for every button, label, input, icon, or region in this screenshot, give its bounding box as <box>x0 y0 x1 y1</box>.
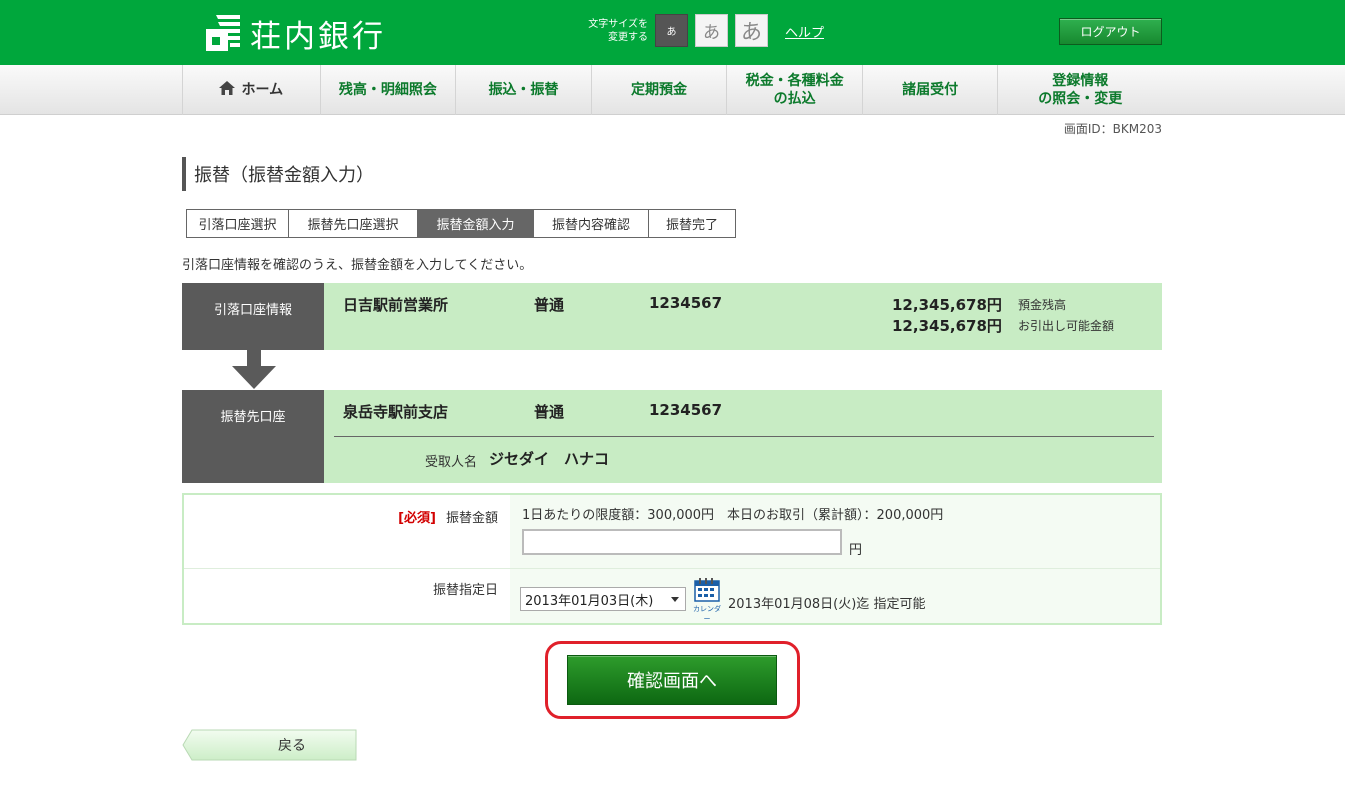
transfer-form: [必須] 振替金額 1日あたりの限度額：300,000円 本日のお取引（累計額）：… <box>182 493 1162 625</box>
limit-text: 1日あたりの限度額：300,000円 本日のお取引（累計額）：200,000円 <box>522 508 944 523</box>
nav-balance[interactable]: 残高・明細照会 <box>321 65 457 115</box>
amount-input[interactable] <box>522 529 842 555</box>
fontsize-medium-button[interactable]: あ <box>695 14 728 47</box>
confirm-button[interactable]: 確認画面へ <box>567 655 777 705</box>
step-amount-input: 振替金額入力 <box>418 210 534 237</box>
divider <box>334 436 1154 437</box>
dest-account-label: 振替先口座 <box>182 390 324 483</box>
arrow-down-icon <box>232 349 276 394</box>
bank-logo-icon <box>206 13 242 53</box>
calendar-button[interactable]: カレンダー <box>690 577 724 623</box>
step-confirm: 振替内容確認 <box>534 210 649 237</box>
fontsize-small-button[interactable]: あ <box>655 14 688 47</box>
nav-registration[interactable]: 登録情報 の照会・変更 <box>998 65 1162 115</box>
amount-row: [必須] 振替金額 1日あたりの限度額：300,000円 本日のお取引（累計額）：… <box>184 495 1160 569</box>
calendar-icon <box>694 578 720 602</box>
step-source-select: 引落口座選択 <box>187 210 289 237</box>
back-button[interactable]: 戻る <box>182 729 357 761</box>
header-bar: 荘内銀行 文字サイズを 変更する あ あ あ ヘルプ ログアウト <box>0 0 1345 65</box>
source-account-panel: 引落口座情報 日吉駅前営業所 普通 1234567 12,345,678円 預金… <box>182 283 1162 350</box>
recipient-name: ジセダイ ハナコ <box>489 450 610 468</box>
nav-time-deposit[interactable]: 定期預金 <box>592 65 728 115</box>
source-available-label: お引出し可能金額 <box>1018 319 1115 333</box>
date-range-note: 2013年01月08日(火)迄 指定可能 <box>728 597 926 612</box>
source-balance: 12,345,678円 <box>892 296 1002 314</box>
nav-home[interactable]: ホーム <box>183 65 321 115</box>
logout-button[interactable]: ログアウト <box>1059 18 1162 45</box>
source-branch: 日吉駅前営業所 <box>343 296 449 314</box>
date-label: 振替指定日 <box>432 583 498 598</box>
nav-forms[interactable]: 諸届受付 <box>863 65 999 115</box>
source-available: 12,345,678円 <box>892 317 1002 335</box>
step-complete: 振替完了 <box>649 210 735 237</box>
bank-name: 荘内銀行 <box>250 18 386 55</box>
required-badge: [必須] <box>398 511 436 526</box>
fontsize-large-button[interactable]: あ <box>735 14 768 47</box>
source-account-label: 引落口座情報 <box>182 283 324 350</box>
page-title: 振替（振替金額入力） <box>182 157 374 191</box>
source-account-number: 1234567 <box>649 294 723 312</box>
yen-unit: 円 <box>849 543 863 558</box>
dest-account-type: 普通 <box>534 403 565 421</box>
calendar-caption: カレンダー <box>693 605 721 623</box>
nav-transfer[interactable]: 振込・振替 <box>456 65 592 115</box>
dest-account-number: 1234567 <box>649 401 723 419</box>
fontsize-label: 文字サイズを 変更する <box>588 19 648 43</box>
dest-account-panel: 振替先口座 泉岳寺駅前支店 普通 1234567 受取人名 ジセダイ ハナコ <box>182 390 1162 483</box>
step-indicator: 引落口座選択 振替先口座選択 振替金額入力 振替内容確認 振替完了 <box>186 209 736 238</box>
instruction-text: 引落口座情報を確認のうえ、振替金額を入力してください。 <box>182 258 533 273</box>
help-link[interactable]: ヘルプ <box>785 22 824 41</box>
recipient-label: 受取人名 <box>425 455 478 470</box>
amount-label: 振替金額 <box>445 511 498 526</box>
dest-branch: 泉岳寺駅前支店 <box>343 403 449 421</box>
date-select[interactable]: 2013年01月03日(木) <box>520 587 686 611</box>
bank-logo[interactable]: 荘内銀行 <box>206 12 386 55</box>
home-icon <box>219 80 236 100</box>
source-account-type: 普通 <box>534 296 565 314</box>
main-nav: ホーム 残高・明細照会 振込・振替 定期預金 税金・各種料金 の払込 諸届受付 登… <box>0 65 1345 115</box>
chevron-down-icon <box>671 597 679 602</box>
date-row: 振替指定日 2013年01月03日(木) カレンダー 2013年01月08日(火… <box>184 569 1160 623</box>
source-balance-label: 預金残高 <box>1018 298 1067 312</box>
nav-tax-payment[interactable]: 税金・各種料金 の払込 <box>727 65 863 115</box>
step-dest-select: 振替先口座選択 <box>289 210 418 237</box>
screen-id: 画面ID：BKM203 <box>1063 122 1162 136</box>
